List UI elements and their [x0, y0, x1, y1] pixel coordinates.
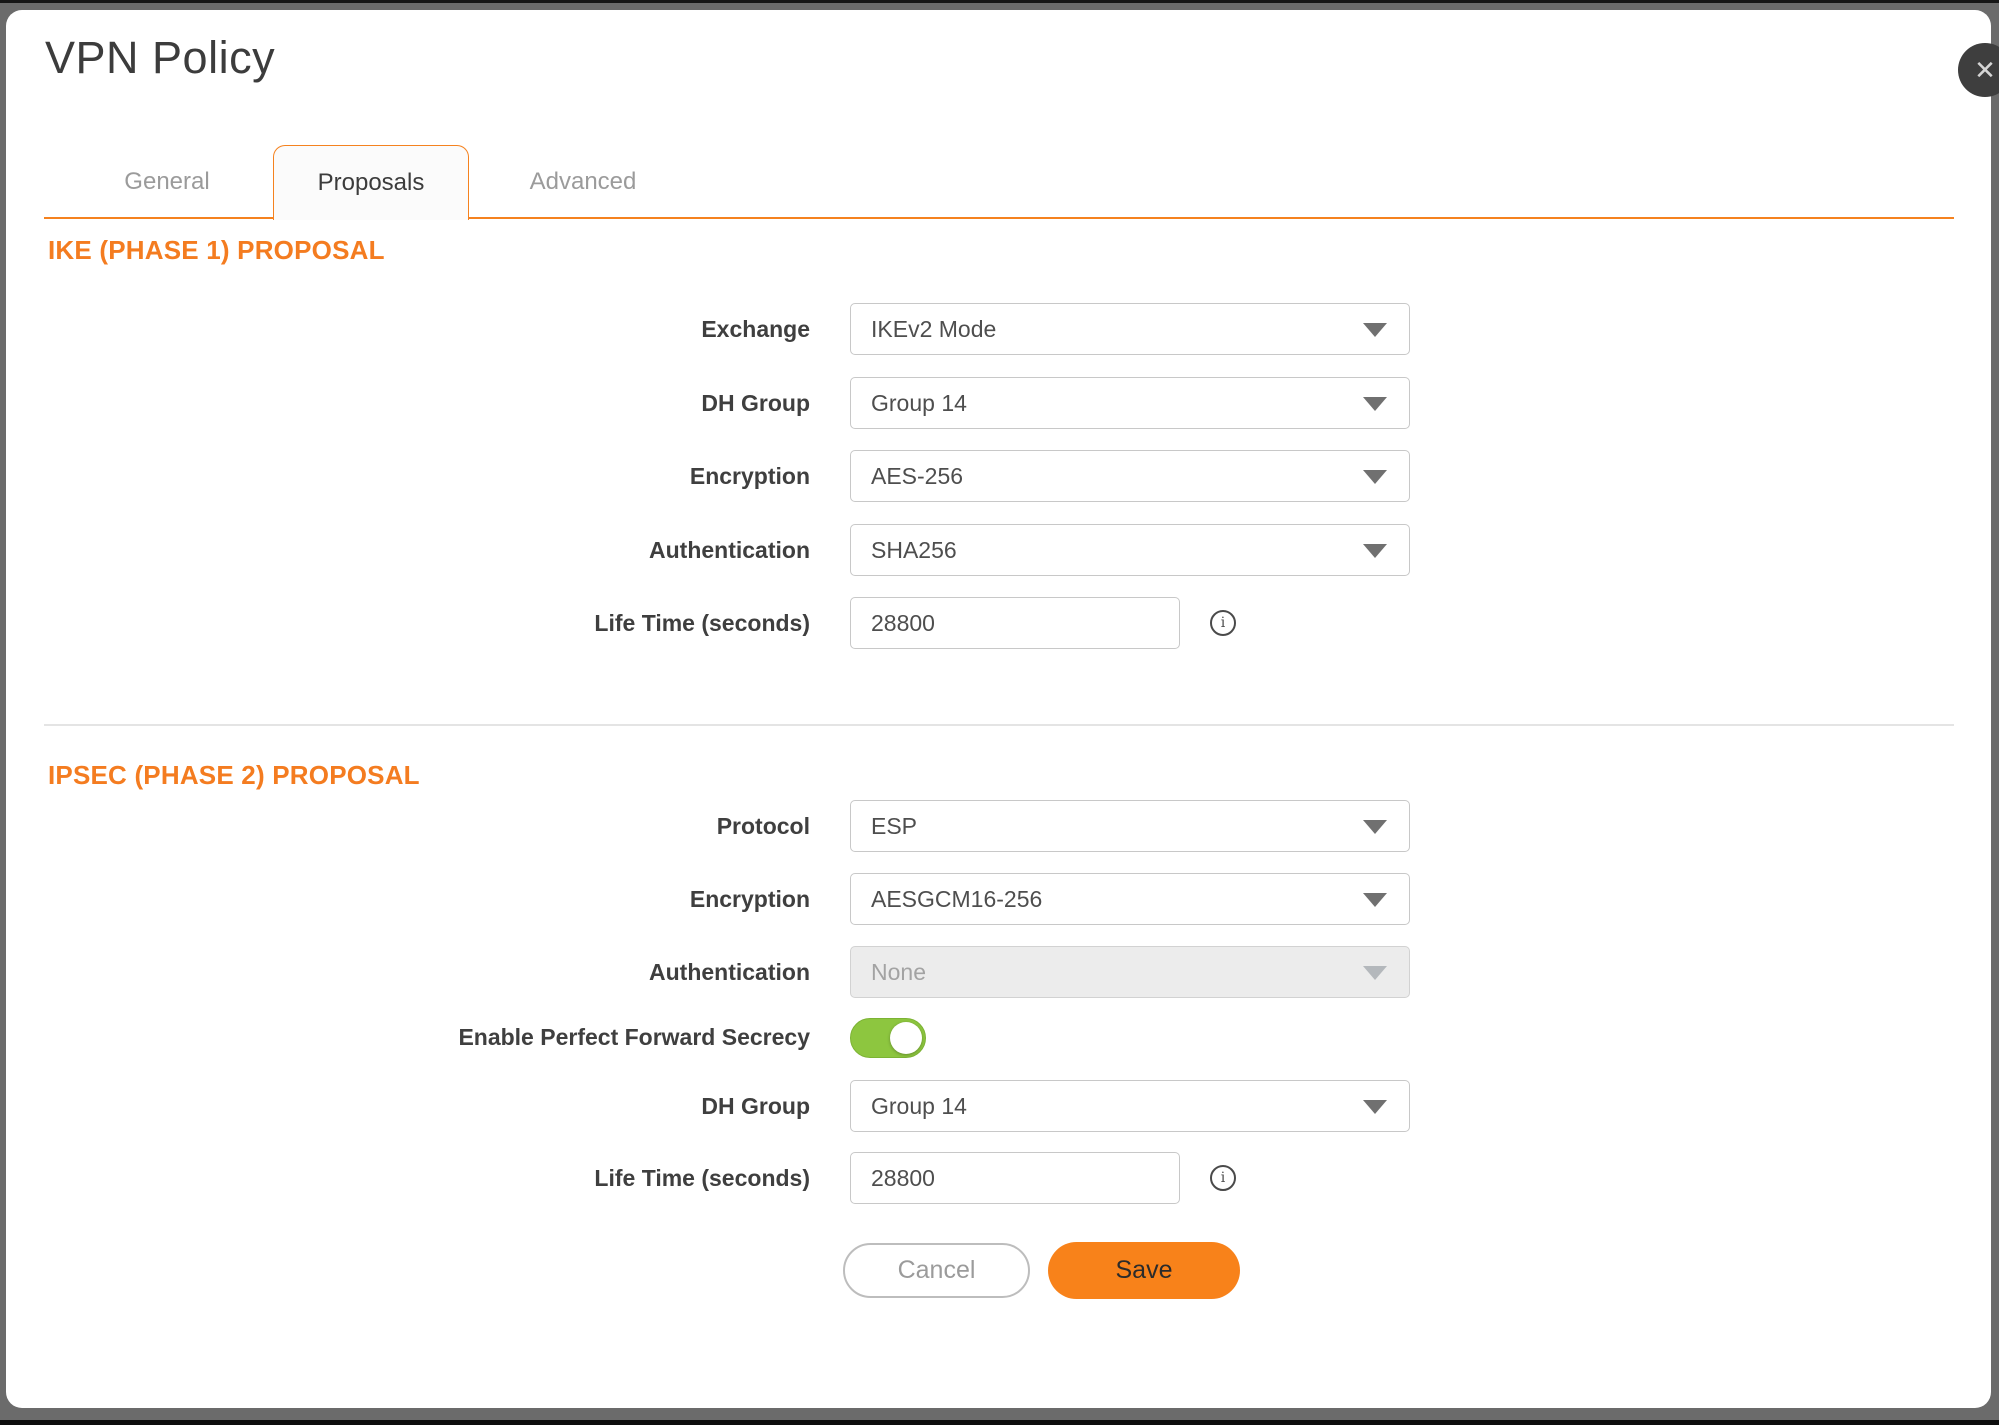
select-value: AES-256 — [871, 463, 963, 490]
select-value: None — [871, 959, 926, 986]
authentication-select-phase1[interactable]: SHA256 — [850, 524, 1410, 576]
chevron-down-icon — [1363, 470, 1387, 484]
encryption-select-phase2[interactable]: AESGCM16-256 — [850, 873, 1410, 925]
form-row-lifetime-p2: Life Time (seconds) i — [6, 1152, 1526, 1204]
chevron-down-icon — [1363, 323, 1387, 337]
page-title: VPN Policy — [45, 32, 275, 84]
select-value: AESGCM16-256 — [871, 886, 1042, 913]
form-row-pfs: Enable Perfect Forward Secrecy — [6, 1017, 1526, 1058]
perfect-forward-secrecy-toggle[interactable] — [850, 1018, 926, 1058]
form-row-lifetime-p1: Life Time (seconds) i — [6, 597, 1526, 649]
life-time-input-phase1[interactable] — [850, 597, 1180, 649]
form-row-exchange: Exchange IKEv2 Mode — [6, 303, 1526, 355]
tab-general[interactable]: General — [81, 145, 253, 218]
select-value: IKEv2 Mode — [871, 316, 996, 343]
tab-label: Advanced — [530, 168, 637, 196]
vpn-policy-dialog: VPN Policy ✕ General Proposals Advanced … — [6, 10, 1991, 1408]
field-label: Protocol — [6, 813, 810, 840]
form-row-encryption-p1: Encryption AES-256 — [6, 450, 1526, 502]
tab-advanced[interactable]: Advanced — [497, 145, 669, 218]
life-time-input-phase2[interactable] — [850, 1152, 1180, 1204]
select-value: SHA256 — [871, 537, 957, 564]
close-icon: ✕ — [1974, 57, 1996, 83]
info-glyph: i — [1221, 1171, 1225, 1185]
tab-label: General — [124, 168, 209, 196]
chevron-down-icon — [1363, 893, 1387, 907]
dh-group-select-phase2[interactable]: Group 14 — [850, 1080, 1410, 1132]
close-button[interactable]: ✕ — [1958, 43, 1999, 97]
field-label: Encryption — [6, 463, 810, 490]
field-label: Life Time (seconds) — [6, 1165, 810, 1192]
field-label: Life Time (seconds) — [6, 610, 810, 637]
protocol-select[interactable]: ESP — [850, 800, 1410, 852]
tab-proposals[interactable]: Proposals — [273, 145, 469, 220]
exchange-select[interactable]: IKEv2 Mode — [850, 303, 1410, 355]
dh-group-select-phase1[interactable]: Group 14 — [850, 377, 1410, 429]
form-row-authentication-p1: Authentication SHA256 — [6, 524, 1526, 576]
select-value: Group 14 — [871, 1093, 967, 1120]
chevron-down-icon — [1363, 820, 1387, 834]
select-value: Group 14 — [871, 390, 967, 417]
select-value: ESP — [871, 813, 917, 840]
authentication-select-phase2-disabled: None — [850, 946, 1410, 998]
info-glyph: i — [1221, 616, 1225, 630]
chevron-down-icon — [1363, 966, 1387, 980]
field-label: DH Group — [6, 390, 810, 417]
form-row-protocol: Protocol ESP — [6, 800, 1526, 852]
form-row-encryption-p2: Encryption AESGCM16-256 — [6, 873, 1526, 925]
form-row-dh-group-p2: DH Group Group 14 — [6, 1080, 1526, 1132]
chevron-down-icon — [1363, 397, 1387, 411]
cancel-button[interactable]: Cancel — [843, 1243, 1030, 1298]
section-heading-ipsec-phase2: IPSEC (PHASE 2) PROPOSAL — [48, 760, 420, 791]
field-label: Authentication — [6, 959, 810, 986]
chevron-down-icon — [1363, 1100, 1387, 1114]
field-label: Encryption — [6, 886, 810, 913]
field-label: Exchange — [6, 316, 810, 343]
encryption-select-phase1[interactable]: AES-256 — [850, 450, 1410, 502]
form-row-dh-group-p1: DH Group Group 14 — [6, 377, 1526, 429]
info-icon[interactable]: i — [1210, 1165, 1236, 1191]
field-label: Authentication — [6, 537, 810, 564]
save-button[interactable]: Save — [1048, 1242, 1240, 1299]
chevron-down-icon — [1363, 544, 1387, 558]
section-heading-ike-phase1: IKE (PHASE 1) PROPOSAL — [48, 235, 385, 266]
tab-label: Proposals — [318, 169, 425, 197]
info-icon[interactable]: i — [1210, 610, 1236, 636]
field-label: Enable Perfect Forward Secrecy — [6, 1024, 810, 1051]
field-label: DH Group — [6, 1093, 810, 1120]
form-row-authentication-p2: Authentication None — [6, 946, 1526, 998]
toggle-knob — [890, 1022, 922, 1054]
section-divider — [44, 724, 1954, 726]
